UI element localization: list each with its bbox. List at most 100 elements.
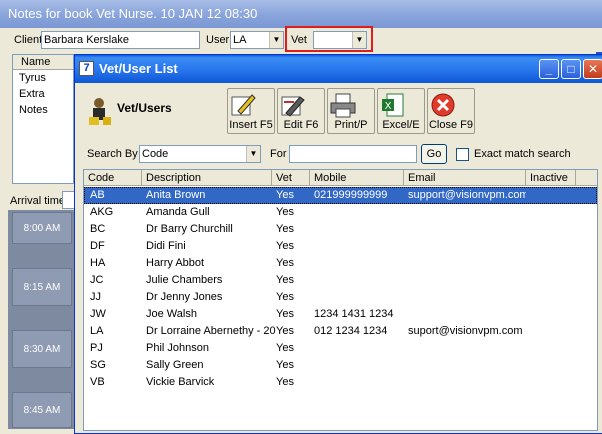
excel-label: Excel/E (382, 119, 420, 131)
time-slot[interactable]: 8:00 AM (12, 212, 72, 244)
background-window-title: Notes for book Vet Nurse. 10 JAN 12 08:3… (0, 0, 602, 28)
cell-code: AB (90, 189, 105, 201)
table-row[interactable]: VB Vickie Barvick Yes (84, 374, 597, 391)
cell-description: Dr Barry Churchill (146, 223, 233, 235)
cell-vet: Yes (276, 325, 294, 337)
print-button[interactable]: Print/P (327, 88, 375, 134)
column-header-mobile[interactable]: Mobile (310, 170, 404, 186)
cell-vet: Yes (276, 274, 294, 286)
cell-email: suport@visionvpm.com (408, 325, 523, 337)
cell-description: Harry Abbot (146, 257, 205, 269)
cell-code: HA (90, 257, 106, 269)
cell-description: Anita Brown (146, 189, 206, 201)
cell-description: Dr Jenny Jones (146, 291, 223, 303)
excel-button[interactable]: X Excel/E (377, 88, 425, 134)
user-label: User (206, 34, 230, 46)
time-slot[interactable]: 8:30 AM (12, 330, 72, 368)
client-field[interactable]: Barbara Kerslake (41, 31, 200, 49)
column-header-description[interactable]: Description (142, 170, 272, 186)
maximize-icon[interactable]: □ (561, 59, 581, 79)
cell-code: JW (90, 308, 106, 320)
cell-code: PJ (90, 342, 103, 354)
list-item[interactable]: Tyrus (13, 70, 73, 86)
table-row[interactable]: JW Joe Walsh Yes 1234 1431 1234 (84, 306, 597, 323)
cell-description: Dr Lorraine Abernethy - 20958 (146, 325, 276, 337)
search-by-label: Search By (87, 148, 138, 160)
dialog-toolbar: Vet/Users Insert F5 Edit F6 Print/P X Ex… (77, 85, 601, 135)
cell-description: Sally Green (146, 359, 204, 371)
app-icon: 7 (79, 61, 94, 76)
table-row[interactable]: LA Dr Lorraine Abernethy - 20958Yes 012 12… (84, 323, 597, 340)
table-row[interactable]: AKG Amanda Gull Yes (84, 204, 597, 221)
printer-icon (330, 93, 356, 118)
cell-vet: Yes (276, 206, 294, 218)
cell-mobile: 021999999999 (314, 189, 388, 201)
table-row[interactable]: PJ Phil Johnson Yes (84, 340, 597, 357)
cell-description: Julie Chambers (146, 274, 223, 286)
chevron-down-icon[interactable]: ▼ (269, 32, 283, 48)
cell-vet: Yes (276, 359, 294, 371)
list-item[interactable]: Extra Notes (13, 86, 73, 116)
user-value: LA (233, 34, 247, 46)
notes-name-list[interactable]: Name Tyrus Extra Notes (12, 54, 74, 184)
vet-users-logo-icon (89, 98, 111, 125)
cell-vet: Yes (276, 376, 294, 388)
table-row[interactable]: JC Julie Chambers Yes (84, 272, 597, 289)
name-column-header: Name (13, 55, 73, 70)
cell-vet: Yes (276, 257, 294, 269)
edit-icon (281, 96, 305, 117)
search-by-dropdown[interactable]: Code ▼ (139, 145, 261, 163)
cell-vet: Yes (276, 342, 294, 354)
time-slot[interactable]: 8:45 AM (12, 392, 72, 428)
close-button[interactable]: Close F9 (427, 88, 475, 134)
vet-highlight-box (285, 26, 373, 52)
search-input[interactable] (289, 145, 417, 163)
cell-description: Joe Walsh (146, 308, 197, 320)
table-row[interactable]: SG Sally Green Yes (84, 357, 597, 374)
vet-users-heading: Vet/Users (117, 101, 172, 115)
schedule-column: 8:00 AM 8:15 AM 8:30 AM 8:45 AM (8, 210, 74, 429)
dialog-title-bar[interactable]: 7 Vet/User List _ □ ✕ (75, 55, 602, 83)
edit-button[interactable]: Edit F6 (277, 88, 325, 134)
cell-mobile: 012 1234 1234 (314, 325, 388, 337)
table-row[interactable]: HA Harry Abbot Yes (84, 255, 597, 272)
cell-code: LA (90, 325, 104, 337)
time-slot[interactable]: 8:15 AM (12, 268, 72, 306)
cell-description: Vickie Barvick (146, 376, 215, 388)
search-by-value: Code (142, 148, 169, 160)
chevron-down-icon[interactable]: ▼ (246, 146, 260, 162)
column-header-code[interactable]: Code (84, 170, 142, 186)
table-row[interactable]: DF Didi Fini Yes (84, 238, 597, 255)
cell-description: Phil Johnson (146, 342, 209, 354)
user-dropdown[interactable]: LA ▼ (230, 31, 284, 49)
cell-description: Amanda Gull (146, 206, 210, 218)
exact-match-checkbox[interactable] (456, 148, 469, 161)
table-row[interactable]: JJ Dr Jenny Jones Yes (84, 289, 597, 306)
close-circle-icon (431, 93, 455, 117)
vet-user-list-dialog: 7 Vet/User List _ □ ✕ Vet/Users Insert F… (74, 54, 602, 434)
cell-code: VB (90, 376, 105, 388)
table-header: Code Description Vet Mobile Email Inacti… (84, 170, 597, 186)
cell-vet: Yes (276, 189, 294, 201)
for-label: For (270, 148, 287, 160)
close-icon[interactable]: ✕ (583, 59, 602, 79)
cell-code: JC (90, 274, 104, 286)
cell-code: JJ (90, 291, 101, 303)
close-label: Close F9 (428, 119, 474, 131)
minimize-icon[interactable]: _ (539, 59, 559, 79)
cell-mobile: 1234 1431 1234 (314, 308, 394, 320)
dialog-title: Vet/User List (99, 61, 178, 76)
column-header-vet[interactable]: Vet (272, 170, 310, 186)
cell-vet: Yes (276, 223, 294, 235)
table-row[interactable]: AB Anita Brown Yes 021999999999 support@visi… (84, 187, 597, 204)
excel-icon: X (382, 93, 404, 117)
exact-match-label: Exact match search (474, 148, 571, 160)
column-header-inactive[interactable]: Inactive (526, 170, 576, 186)
cell-vet: Yes (276, 308, 294, 320)
column-header-email[interactable]: Email (404, 170, 526, 186)
go-button[interactable]: Go (421, 144, 447, 164)
insert-button[interactable]: Insert F5 (227, 88, 275, 134)
vet-user-table[interactable]: Code Description Vet Mobile Email Inacti… (83, 169, 598, 431)
table-row[interactable]: BC Dr Barry Churchill Yes (84, 221, 597, 238)
edit-label: Edit F6 (283, 119, 319, 131)
